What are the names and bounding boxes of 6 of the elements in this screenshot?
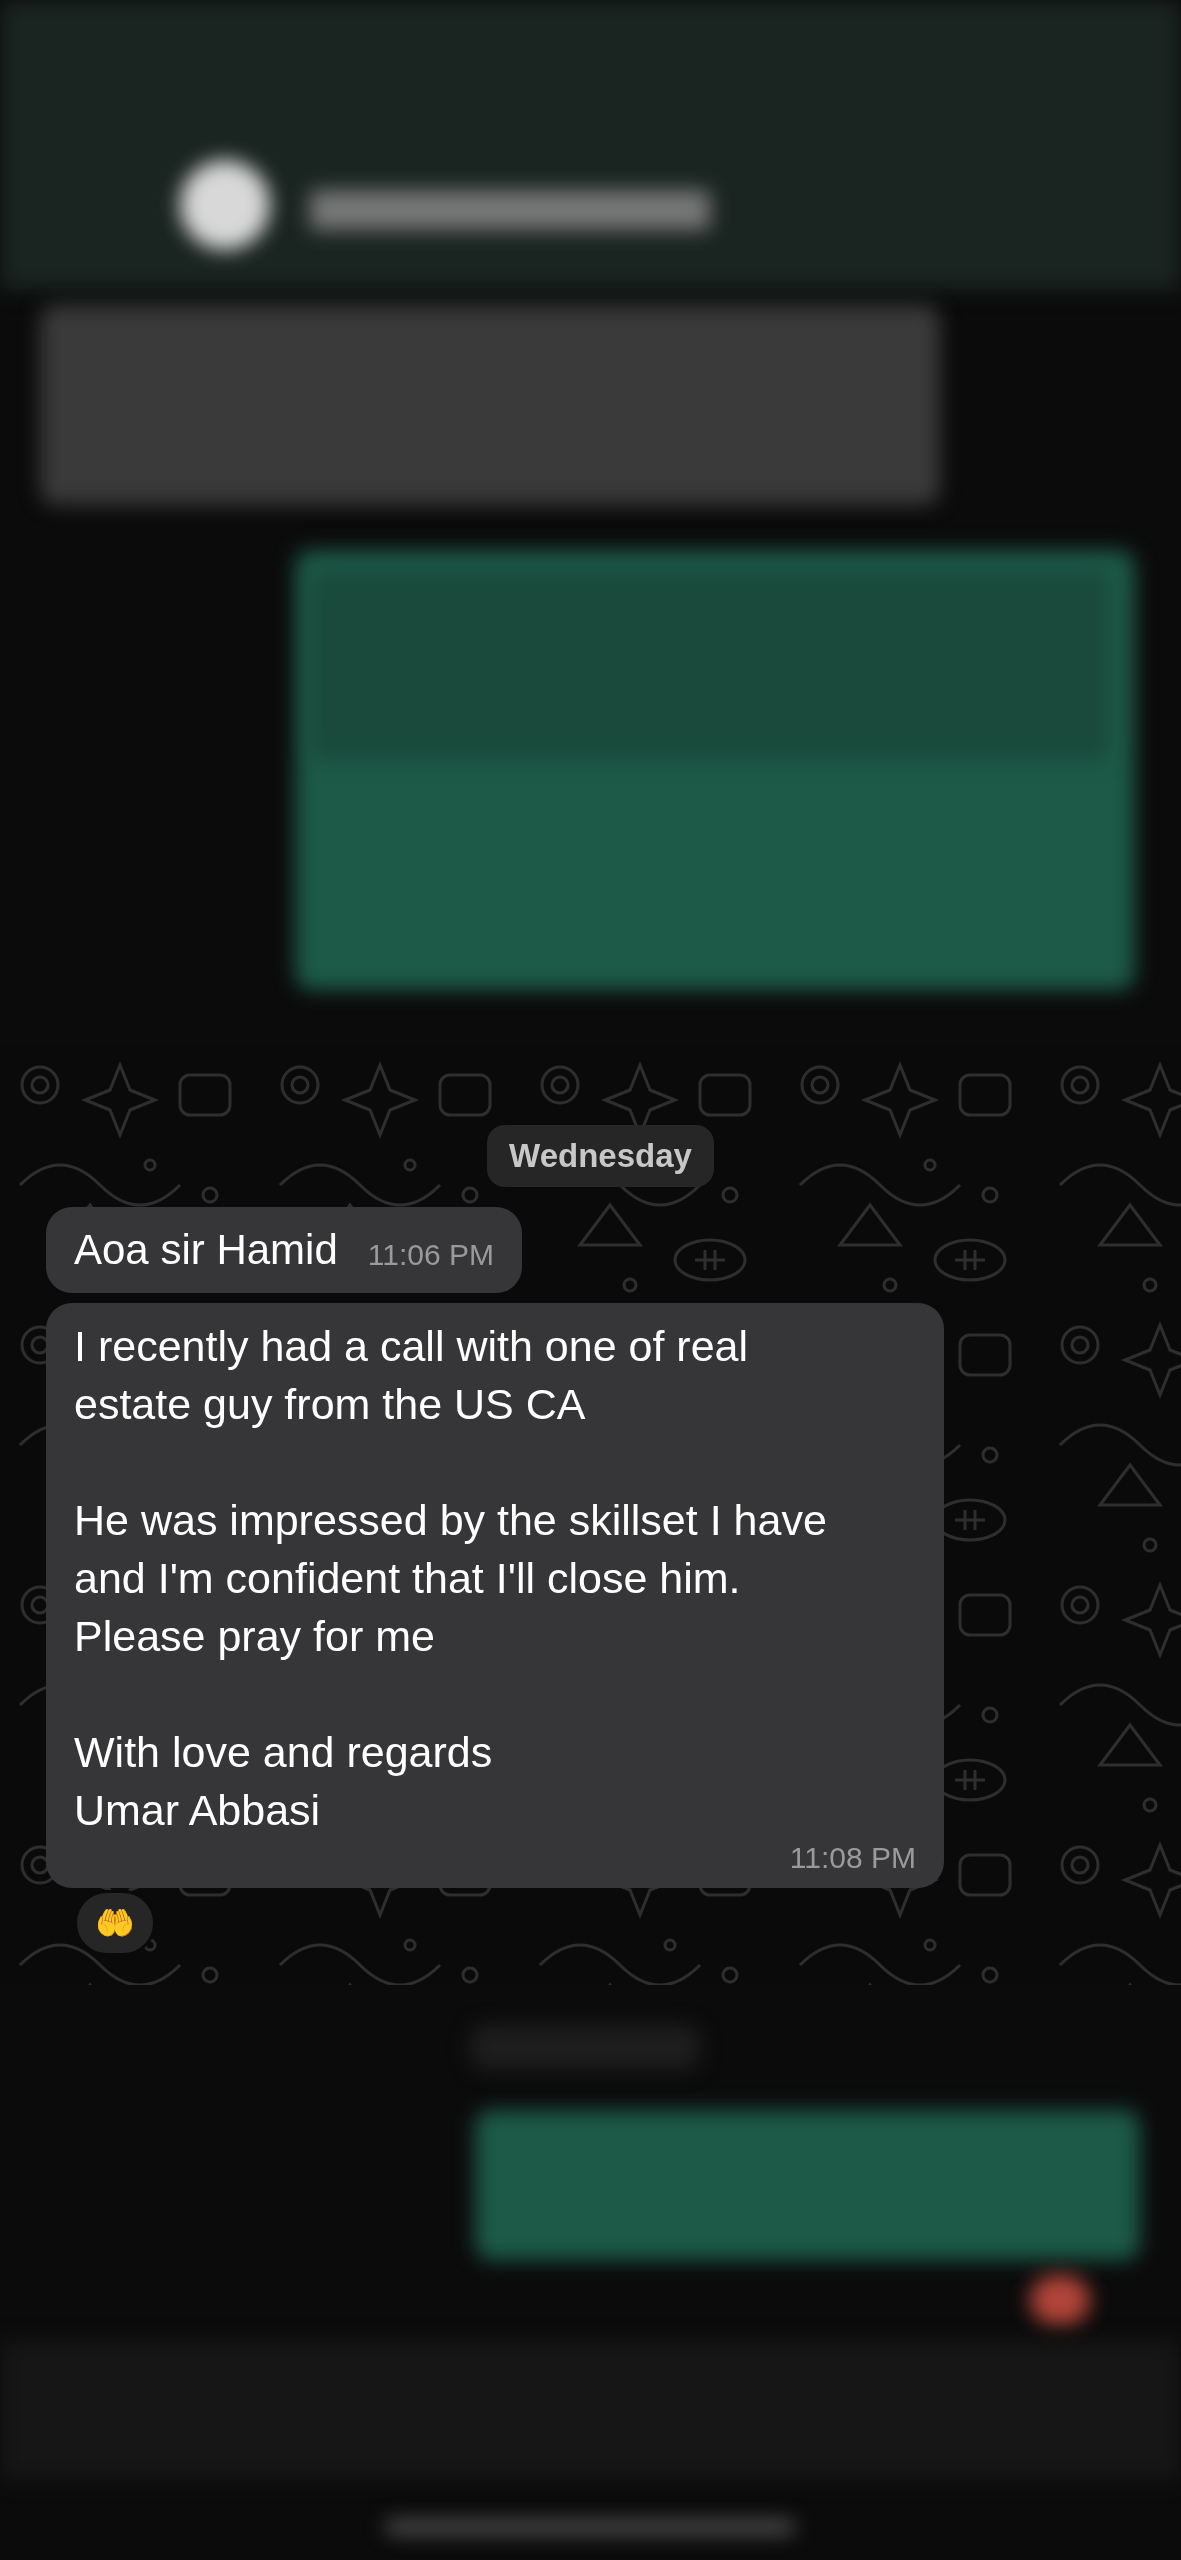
date-divider: Wednesday xyxy=(487,1125,714,1187)
message-time: 11:06 PM xyxy=(367,1236,494,1273)
message-text: I recently had a call with one of real estate guy from the US CA He was impressed by the skillset I have and I'm confident that I'll close him. Please pray for me With love and regards Umar Abbasi xyxy=(74,1320,828,1836)
blurred-badge xyxy=(1030,2275,1090,2325)
message-text: Aoa sir Hamid xyxy=(74,1224,338,1275)
message-time: 11:08 PM xyxy=(789,1839,916,1876)
